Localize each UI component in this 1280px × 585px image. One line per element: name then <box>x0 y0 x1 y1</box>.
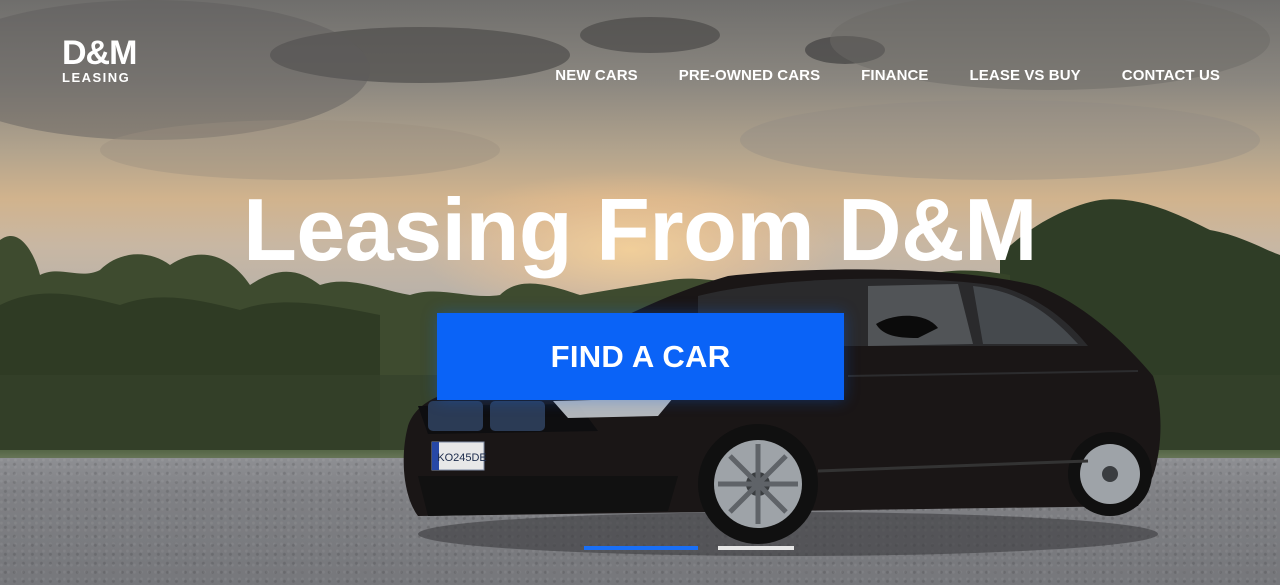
car-photo: KO245DE <box>403 269 1161 556</box>
logo[interactable]: D&M LEASING <box>62 34 137 86</box>
hero-headline: Leasing From D&M <box>243 180 1037 279</box>
logo-mark: D&M <box>62 34 137 72</box>
nav-link-pre-owned-cars[interactable]: PRE-OWNED CARS <box>679 67 820 84</box>
hero-section: KO245DE <box>0 0 1280 585</box>
nav-link-finance[interactable]: FINANCE <box>861 67 928 84</box>
main-navigation: NEW CARS PRE-OWNED CARS FINANCE LEASE VS… <box>555 67 1220 84</box>
slide-indicator-1[interactable] <box>584 546 698 550</box>
license-plate-text: KO245DE <box>437 452 487 464</box>
find-a-car-button[interactable]: FIND A CAR <box>437 313 844 400</box>
nav-link-new-cars[interactable]: NEW CARS <box>555 67 637 84</box>
nav-link-contact-us[interactable]: CONTACT US <box>1122 67 1220 84</box>
nav-link-lease-vs-buy[interactable]: LEASE VS BUY <box>970 67 1081 84</box>
slide-indicator-2[interactable] <box>718 546 794 550</box>
logo-sub: LEASING <box>62 70 131 85</box>
slider-indicators <box>584 546 794 550</box>
